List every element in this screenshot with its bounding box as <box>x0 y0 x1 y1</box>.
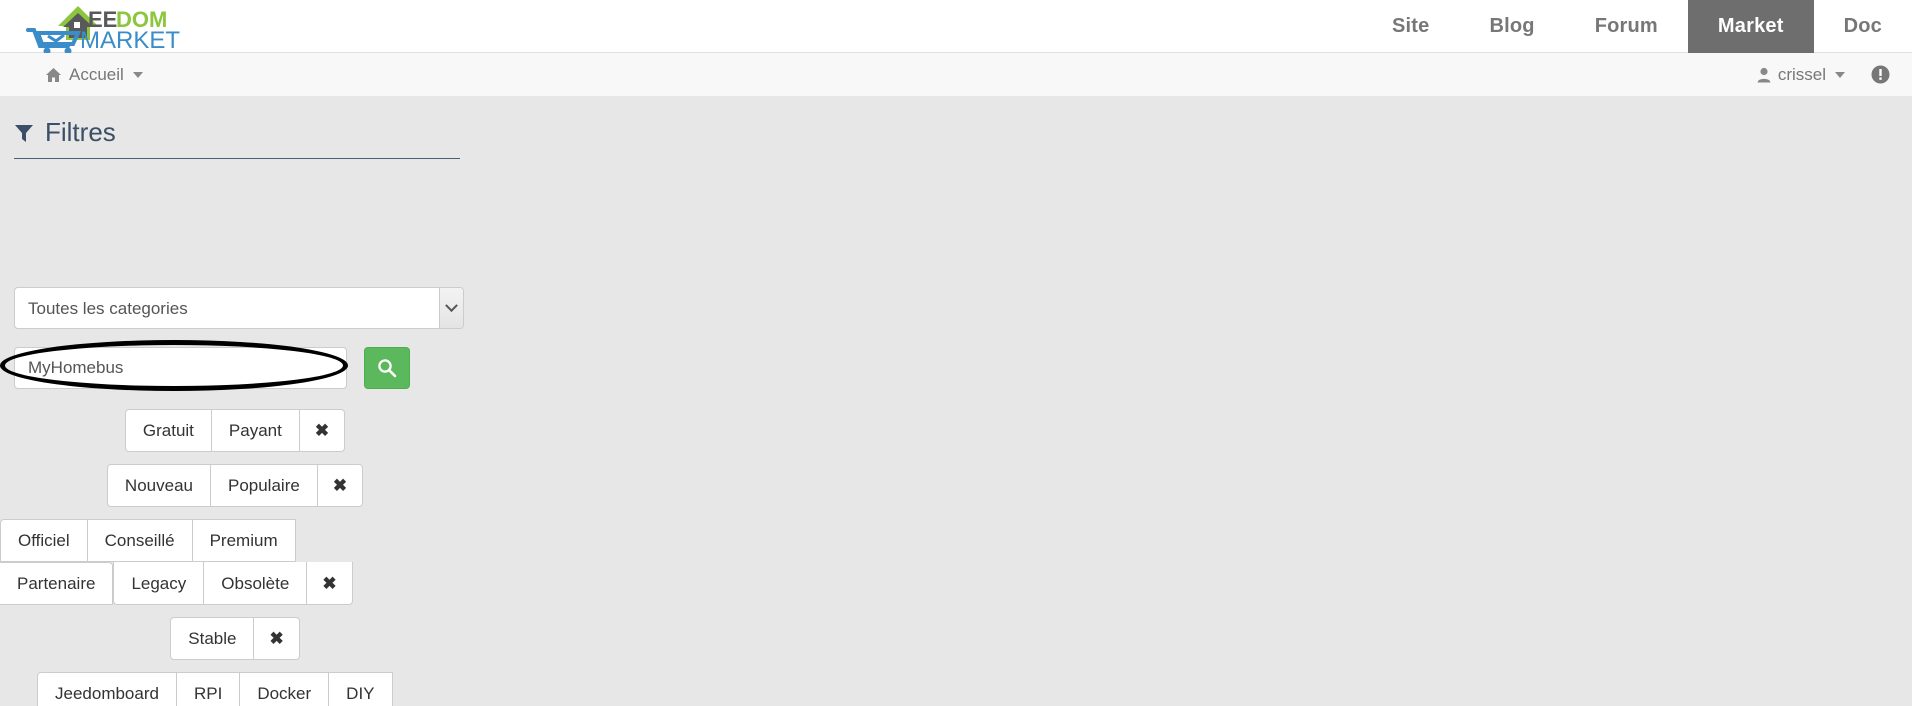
filter-group-hardware: Jeedomboard RPI Docker DIY ✖ <box>37 672 433 706</box>
filter-button-diy[interactable]: DIY <box>328 672 393 706</box>
clear-filter-branch-button[interactable]: ✖ <box>253 617 300 660</box>
filter-button-payant[interactable]: Payant <box>210 409 300 452</box>
user-menu[interactable]: crissel <box>1757 65 1845 85</box>
info-circle-icon[interactable] <box>1871 65 1890 84</box>
nav-item-site[interactable]: Site <box>1362 0 1459 53</box>
nav-item-market[interactable]: Market <box>1687 0 1814 53</box>
filter-button-conseille[interactable]: Conseillé <box>86 519 193 562</box>
home-icon <box>45 67 62 83</box>
filter-button-rpi[interactable]: RPI <box>175 672 241 706</box>
brand-logo[interactable]: EE DOM MARKET <box>16 0 231 53</box>
search-input[interactable] <box>14 347 347 389</box>
category-select-wrapper: Toutes les categories <box>14 287 464 329</box>
nav-item-blog[interactable]: Blog <box>1459 0 1564 53</box>
clear-filter-price-button[interactable]: ✖ <box>298 409 346 452</box>
svg-text:MARKET: MARKET <box>80 27 180 53</box>
filters-heading: Filtres <box>14 117 460 159</box>
main-navigation: Site Blog Forum Market Doc <box>1362 0 1912 53</box>
search-row <box>14 347 410 389</box>
breadcrumb-home-label: Accueil <box>69 64 124 84</box>
filter-button-docker[interactable]: Docker <box>239 672 330 706</box>
user-menu-label: crissel <box>1777 64 1826 84</box>
filter-group-branch: Stable ✖ <box>170 617 300 660</box>
filter-group-quality: Officiel Conseillé Premium Partenaire Le… <box>0 519 400 605</box>
breadcrumb-home[interactable]: Accueil <box>45 65 143 85</box>
jeedom-market-logo-icon: EE DOM MARKET <box>26 6 180 53</box>
filter-button-gratuit[interactable]: Gratuit <box>124 409 212 452</box>
filter-row-price: Gratuit Payant ✖ <box>0 409 470 452</box>
filter-button-nouveau[interactable]: Nouveau <box>106 464 211 507</box>
filter-button-partenaire[interactable]: Partenaire <box>0 562 114 605</box>
category-select[interactable]: Toutes les categories <box>14 287 464 329</box>
filter-row-branch: Stable ✖ <box>0 617 470 660</box>
subbar-right-group: crissel <box>1757 65 1890 85</box>
clear-filter-freshness-button[interactable]: ✖ <box>316 464 364 507</box>
chevron-down-icon <box>132 71 143 78</box>
filter-button-stable[interactable]: Stable <box>170 617 255 660</box>
top-navbar: EE DOM MARKET Site Blog Forum Market Doc <box>0 0 1912 53</box>
main-content: Filtres Toutes les categories Gratuit Pa… <box>0 97 1912 706</box>
filter-button-jeedomboard[interactable]: Jeedomboard <box>37 672 177 706</box>
filter-row-hardware: Jeedomboard RPI Docker DIY ✖ <box>0 672 470 706</box>
filter-row-quality: Officiel Conseillé Premium Partenaire Le… <box>0 519 470 605</box>
filter-row-freshness: Nouveau Populaire ✖ <box>0 464 470 507</box>
user-icon <box>1757 67 1771 83</box>
filter-group-price: Gratuit Payant ✖ <box>124 409 346 452</box>
clear-filter-quality-button[interactable]: ✖ <box>306 562 353 605</box>
chevron-down-icon <box>1835 71 1845 78</box>
funnel-icon <box>14 123 34 143</box>
nav-item-forum[interactable]: Forum <box>1565 0 1688 53</box>
filter-button-obsolete[interactable]: Obsolète <box>203 562 308 605</box>
filter-button-populaire[interactable]: Populaire <box>209 464 318 507</box>
filter-button-premium[interactable]: Premium <box>191 519 296 562</box>
filter-button-officiel[interactable]: Officiel <box>0 519 88 562</box>
filter-button-groups: Gratuit Payant ✖ Nouveau Populaire ✖ Off… <box>0 409 470 706</box>
filter-group-freshness: Nouveau Populaire ✖ <box>106 464 364 507</box>
search-button[interactable] <box>364 347 410 389</box>
filters-title: Filtres <box>45 117 116 147</box>
nav-item-doc[interactable]: Doc <box>1814 0 1912 53</box>
search-icon <box>377 358 397 378</box>
breadcrumb-bar: Accueil crissel <box>0 53 1912 97</box>
filter-button-legacy[interactable]: Legacy <box>113 562 205 605</box>
